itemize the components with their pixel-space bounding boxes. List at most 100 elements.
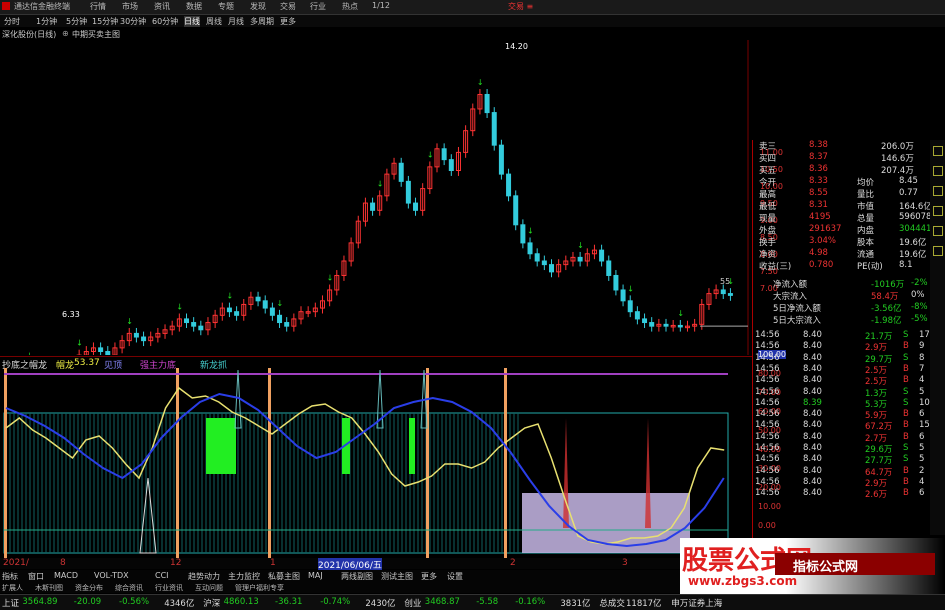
tick-row: 14:56 8.40 5.9万 B 6 — [753, 409, 931, 421]
period-tab[interactable]: 更多 — [280, 16, 296, 27]
tick-time: 14:56 — [755, 397, 780, 408]
tick-time: 14:56 — [755, 420, 780, 431]
period-tab[interactable]: 分时 — [4, 16, 20, 27]
quote-row: 今开 8.33 均价 8.45 — [753, 176, 931, 188]
flow-pct: 0% — [911, 290, 925, 300]
tick-count: 9 — [919, 341, 925, 352]
status-item: 申万证券上海 — [671, 599, 723, 609]
tick-count: 8 — [919, 352, 925, 363]
candle-body — [513, 195, 519, 226]
tick-price: 8.40 — [803, 375, 822, 386]
menu-item[interactable]: 交易 — [280, 1, 296, 12]
tick-side: B — [903, 409, 909, 420]
indicator-tab[interactable]: MAJ — [308, 571, 323, 580]
menu-item[interactable]: 1/12 — [372, 1, 390, 10]
quote-value: 3.04% — [809, 236, 837, 246]
function-tab[interactable]: 管理户福利专享 — [235, 583, 284, 593]
indicator-tab[interactable]: 指标 — [2, 571, 18, 582]
side-icon[interactable] — [933, 186, 943, 196]
indicator-tab[interactable]: MACD — [54, 571, 78, 580]
chart-mode-icon[interactable]: ⊕ — [62, 29, 69, 38]
indicator-tab[interactable]: CCI — [155, 571, 169, 580]
candle-body — [277, 314, 283, 324]
period-tab[interactable]: 5分钟 — [66, 16, 87, 27]
menu-item[interactable]: 资讯 — [154, 1, 170, 12]
function-tab[interactable]: 木斯刊图 — [35, 583, 63, 593]
indicator-tab[interactable]: 测试主图 — [381, 571, 413, 582]
function-tab[interactable]: 扩展人 — [2, 583, 23, 593]
tick-price: 8.39 — [803, 397, 822, 408]
menu-item[interactable]: 发现 — [250, 1, 266, 12]
quote-value: 8.36 — [809, 164, 828, 174]
indicator-tab[interactable]: 趋势动力 — [188, 571, 220, 582]
period-tab[interactable]: 60分钟 — [152, 16, 178, 27]
status-item: -0.16% — [515, 597, 546, 607]
tick-row: 14:56 8.39 5.3万 S 10 — [753, 397, 931, 410]
menu-item[interactable]: 行情 — [90, 1, 106, 12]
side-icon[interactable] — [933, 206, 943, 216]
red-spike — [563, 418, 569, 528]
indicator-tab[interactable]: 主力监控 — [228, 571, 260, 582]
date-mark: 2 — [510, 558, 516, 568]
quote-label: 今开 — [759, 178, 777, 188]
period-tab[interactable]: 15分钟 — [92, 16, 118, 27]
menu-item[interactable]: 热点 — [342, 1, 358, 12]
indicator-tab[interactable]: 更多 — [421, 571, 437, 582]
side-icon[interactable] — [933, 166, 943, 176]
quote-value: 8.33 — [809, 176, 828, 186]
period-tab-active[interactable]: 日线 — [184, 16, 200, 27]
side-icon[interactable] — [933, 246, 943, 256]
tick-count: 6 — [919, 431, 925, 442]
period-tab[interactable]: 1分钟 — [36, 16, 57, 27]
tick-time: 14:56 — [755, 341, 780, 352]
function-tab[interactable]: 行业资讯 — [155, 583, 183, 593]
candle-body — [627, 300, 633, 313]
side-toolbar[interactable] — [930, 140, 945, 535]
main-indicator[interactable]: 中期买卖主图 — [72, 29, 120, 40]
quote-row: 买五 8.36 207.4万 — [753, 164, 931, 176]
red-spike — [645, 418, 651, 528]
status-item: 4860.13 — [223, 597, 259, 607]
quote-volume: 207.4万 — [881, 166, 914, 176]
tick-time: 14:56 — [755, 409, 780, 420]
tick-side: B — [903, 420, 909, 431]
indicator-tab[interactable]: 两线副图 — [341, 571, 373, 582]
period-tab[interactable]: 多周期 — [250, 16, 274, 27]
sub-indicator-chart[interactable] — [0, 368, 752, 558]
menu-item[interactable]: 市场 — [122, 1, 138, 12]
tick-volume: 2.7万 — [865, 433, 888, 444]
period-tab[interactable]: 月线 — [228, 16, 244, 27]
indicator-tab[interactable]: VOL-TDX — [94, 571, 129, 580]
function-tab[interactable]: 互动问题 — [195, 583, 223, 593]
tick-side: S — [903, 397, 909, 408]
side-icon[interactable] — [933, 226, 943, 236]
tick-count: 10 — [919, 397, 930, 408]
candle-body — [534, 253, 540, 262]
menu-item[interactable]: 数据 — [186, 1, 202, 12]
status-item: 2430亿 — [365, 599, 396, 609]
menu-item[interactable]: 专题 — [218, 1, 234, 12]
indicator-tab[interactable]: 私募主图 — [268, 571, 300, 582]
candle-body — [549, 264, 554, 273]
candle-body — [727, 293, 733, 296]
kline-chart[interactable]: ↓↓↓↓↓↓↓↓↓↓↓↓↓↓↓ — [0, 40, 752, 355]
side-icon[interactable] — [933, 146, 943, 156]
tick-count: 15 — [919, 420, 930, 431]
tick-price: 8.40 — [803, 363, 822, 374]
menu-item[interactable]: 行业 — [310, 1, 326, 12]
period-tab[interactable]: 周线 — [206, 16, 222, 27]
quote-volume: 206.0万 — [881, 142, 914, 152]
trade-button[interactable]: 交易 ≡ — [508, 1, 533, 12]
indicator-tab[interactable]: 窗口 — [28, 571, 44, 582]
quote-value2: 19.6亿 — [899, 238, 927, 248]
function-tab[interactable]: 资金分布 — [75, 583, 103, 593]
indicator-tab[interactable]: 设置 — [447, 571, 463, 582]
function-tab[interactable]: 综合资讯 — [115, 583, 143, 593]
tick-price: 8.40 — [803, 409, 822, 420]
tick-side: S — [903, 454, 909, 465]
period-tab[interactable]: 30分钟 — [120, 16, 146, 27]
tick-volume: 64.7万 — [865, 467, 893, 478]
tick-volume: 2.5万 — [865, 365, 888, 376]
tick-side: B — [903, 375, 909, 386]
quote-value2: 304441 — [899, 224, 932, 234]
